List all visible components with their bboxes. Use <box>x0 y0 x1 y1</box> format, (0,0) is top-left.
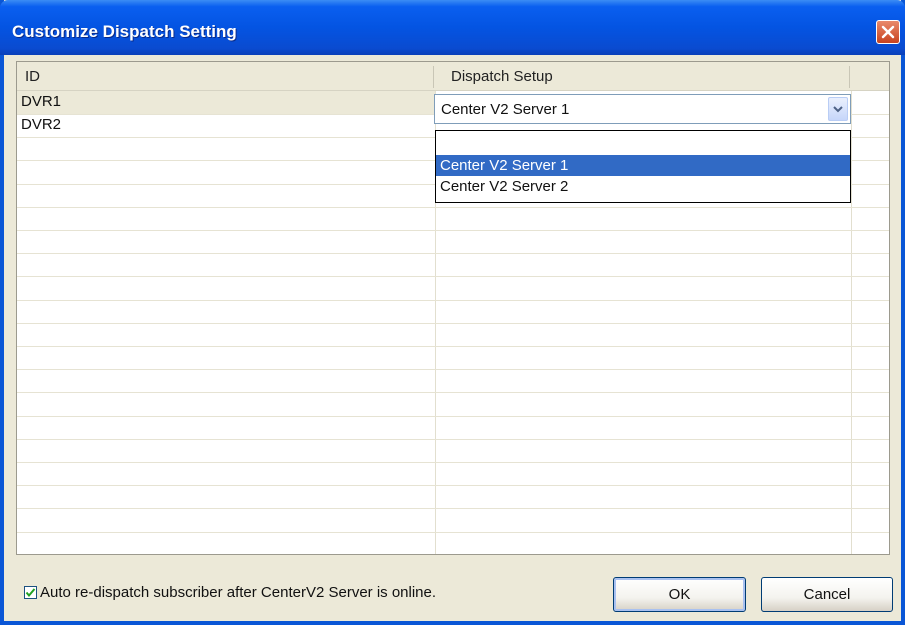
row-id-cell[interactable] <box>17 393 435 416</box>
column-divider[interactable] <box>433 66 434 88</box>
table-row[interactable] <box>17 253 889 278</box>
row-id-cell[interactable] <box>17 323 435 346</box>
table-row[interactable] <box>17 369 889 394</box>
table-row[interactable] <box>17 230 889 255</box>
row-id-cell[interactable]: DVR1 <box>17 91 435 114</box>
row-id-cell[interactable] <box>17 277 435 300</box>
chevron-down-icon <box>833 106 843 113</box>
table-row[interactable] <box>17 416 889 440</box>
table-row[interactable] <box>17 300 889 324</box>
row-id-cell[interactable] <box>17 485 435 508</box>
table-row[interactable] <box>17 485 889 510</box>
combobox-value: Center V2 Server 1 <box>441 101 570 118</box>
auto-redispatch-checkbox[interactable] <box>24 586 37 599</box>
row-id-cell[interactable] <box>17 346 435 369</box>
row-id-cell[interactable] <box>17 509 435 532</box>
table-row[interactable] <box>17 207 889 231</box>
table-row[interactable] <box>17 346 889 371</box>
table-row[interactable] <box>17 393 889 417</box>
column-divider[interactable] <box>849 66 850 88</box>
auto-redispatch-label[interactable]: Auto re-dispatch subscriber after Center… <box>40 584 436 601</box>
row-id-cell[interactable] <box>17 137 435 160</box>
row-id-cell[interactable] <box>17 184 435 207</box>
table-row[interactable] <box>17 532 889 554</box>
row-id-cell[interactable]: DVR2 <box>17 114 435 137</box>
cancel-button[interactable]: Cancel <box>761 577 893 612</box>
column-header-id[interactable]: ID <box>25 62 40 90</box>
dropdown-option-server-2[interactable]: Center V2 Server 2 <box>436 176 850 197</box>
column-header-dispatch-setup[interactable]: Dispatch Setup <box>451 62 553 90</box>
ok-button[interactable]: OK <box>613 577 746 612</box>
grid-header: ID Dispatch Setup <box>17 62 889 91</box>
dispatch-grid: ID Dispatch Setup DVR1 DVR2 Center V2 Ser… <box>16 61 890 555</box>
row-id-cell[interactable] <box>17 300 435 323</box>
row-id-cell[interactable] <box>17 161 435 184</box>
row-id-cell[interactable] <box>17 532 435 554</box>
title-bar[interactable]: Customize Dispatch Setting <box>0 0 905 55</box>
close-button[interactable] <box>876 20 900 44</box>
close-icon <box>881 25 895 39</box>
dispatch-setup-dropdown-list: Center V2 Server 1 Center V2 Server 2 <box>435 130 851 203</box>
row-id-cell[interactable] <box>17 207 435 230</box>
row-id-cell[interactable] <box>17 230 435 253</box>
row-id-cell[interactable] <box>17 439 435 462</box>
row-id-cell[interactable] <box>17 416 435 439</box>
table-row[interactable] <box>17 323 889 347</box>
table-row[interactable] <box>17 277 889 301</box>
checkmark-icon <box>25 588 36 598</box>
table-row[interactable] <box>17 462 889 487</box>
dropdown-arrow-button[interactable] <box>828 97 848 121</box>
row-id-cell[interactable] <box>17 462 435 485</box>
table-row[interactable] <box>17 439 889 463</box>
table-row[interactable] <box>17 509 889 533</box>
dispatch-setup-combobox[interactable]: Center V2 Server 1 <box>434 94 851 124</box>
row-id-cell[interactable] <box>17 253 435 276</box>
window-title: Customize Dispatch Setting <box>12 22 237 41</box>
row-id-cell[interactable] <box>17 369 435 392</box>
dropdown-option-server-1[interactable]: Center V2 Server 1 <box>436 155 850 176</box>
dropdown-option-blank[interactable] <box>436 134 850 155</box>
